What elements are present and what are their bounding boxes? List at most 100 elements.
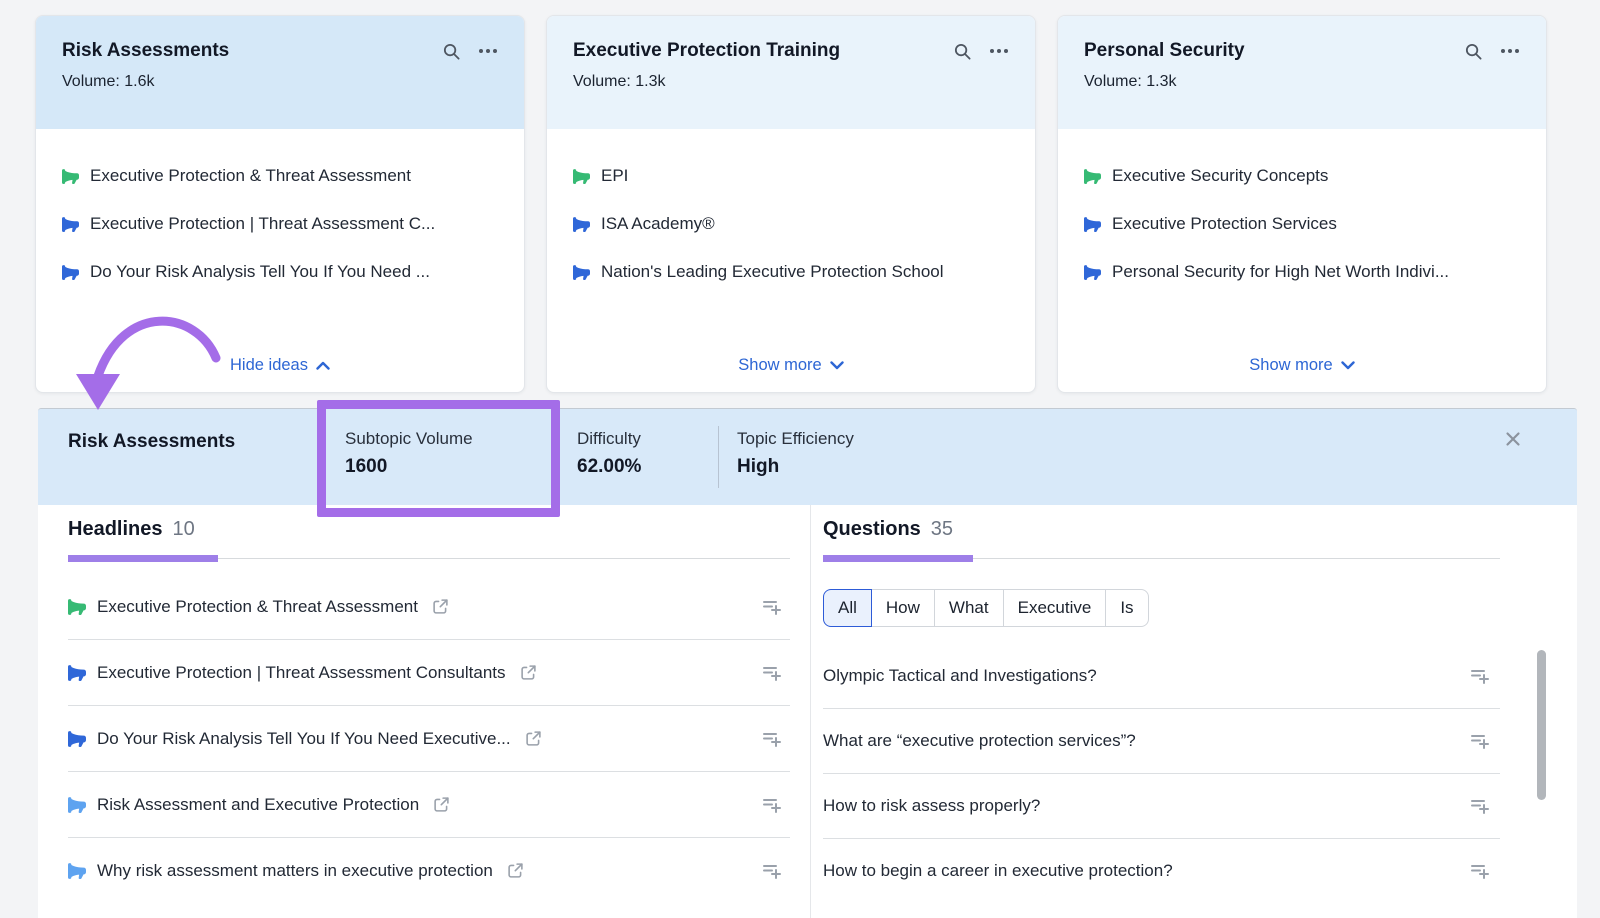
- table-row: Olympic Tactical and Investigations?: [823, 644, 1500, 708]
- chevron-down-icon: [830, 356, 844, 375]
- idea-label: ISA Academy®: [601, 214, 715, 234]
- megaphone-icon: [68, 664, 86, 682]
- headlines-list: Executive Protection & Threat Assessment…: [68, 574, 790, 903]
- add-to-list-icon[interactable]: [762, 862, 782, 880]
- topic-card-executive-protection-training: Executive Protection Training Volume: 1.…: [546, 15, 1036, 393]
- card-volume: Volume: 1.3k: [1084, 73, 1520, 91]
- list-item: Nation's Leading Executive Protection Sc…: [573, 262, 1009, 282]
- idea-label: Executive Protection & Threat Assessment: [90, 166, 411, 186]
- questions-scrollbar[interactable]: [1537, 650, 1546, 800]
- list-item: EPI: [573, 166, 1009, 186]
- detail-columns: Headlines 10 Executive Protection & Thre…: [38, 505, 1577, 918]
- megaphone-icon: [1084, 168, 1101, 185]
- headline-label: Do Your Risk Analysis Tell You If You Ne…: [97, 729, 511, 749]
- table-row: Risk Assessment and Executive Protection: [68, 771, 790, 837]
- headline-label: Executive Protection | Threat Assessment…: [97, 663, 506, 683]
- question-label: What are “executive protection services”…: [823, 731, 1136, 751]
- megaphone-icon: [62, 168, 79, 185]
- megaphone-icon: [62, 264, 79, 281]
- detail-title: Risk Assessments: [68, 431, 235, 453]
- show-more-link[interactable]: Show more: [732, 355, 849, 376]
- question-filter-group: All How What Executive Is: [823, 589, 1149, 627]
- list-item: ISA Academy®: [573, 214, 1009, 234]
- table-row: Executive Protection | Threat Assessment…: [68, 639, 790, 705]
- megaphone-icon: [1084, 264, 1101, 281]
- megaphone-icon: [68, 598, 86, 616]
- megaphone-icon: [68, 796, 86, 814]
- questions-section: Questions 35 All How What Executive Is O…: [823, 505, 1500, 903]
- headline-label: Executive Protection & Threat Assessment: [97, 597, 418, 617]
- card-header: Risk Assessments Volume: 1.6k: [36, 16, 524, 129]
- filter-what[interactable]: What: [934, 589, 1004, 627]
- megaphone-icon: [1084, 216, 1101, 233]
- question-label: Olympic Tactical and Investigations?: [823, 666, 1097, 686]
- megaphone-icon: [62, 216, 79, 233]
- headlines-section: Headlines 10 Executive Protection & Thre…: [68, 505, 790, 903]
- topic-research-page: Risk Assessments Volume: 1.6k Execu: [0, 0, 1600, 918]
- megaphone-icon: [573, 216, 590, 233]
- list-item: Do Your Risk Analysis Tell You If You Ne…: [62, 262, 498, 282]
- megaphone-icon: [573, 264, 590, 281]
- add-to-list-icon[interactable]: [1470, 797, 1490, 815]
- headlines-count: 10: [172, 518, 194, 541]
- table-row: Why risk assessment matters in executive…: [68, 837, 790, 903]
- detail-summary-bar: Risk Assessments Subtopic Volume 1600 Di…: [38, 408, 1577, 505]
- add-to-list-icon[interactable]: [1470, 732, 1490, 750]
- card-volume: Volume: 1.3k: [573, 73, 1009, 91]
- hide-ideas-link[interactable]: Hide ideas: [224, 355, 336, 376]
- list-item: Executive Protection Services: [1084, 214, 1520, 234]
- divider: [718, 426, 719, 488]
- headline-label: Why risk assessment matters in executive…: [97, 861, 493, 881]
- topic-detail-panel: Risk Assessments Subtopic Volume 1600 Di…: [38, 408, 1577, 918]
- external-link-icon[interactable]: [520, 664, 537, 681]
- headline-label: Risk Assessment and Executive Protection: [97, 795, 419, 815]
- external-link-icon[interactable]: [433, 796, 450, 813]
- idea-label: Executive Protection Services: [1112, 214, 1337, 234]
- add-to-list-icon[interactable]: [762, 664, 782, 682]
- external-link-icon[interactable]: [432, 598, 449, 615]
- more-options-icon[interactable]: [989, 48, 1009, 54]
- purple-underline: [68, 555, 218, 562]
- search-icon[interactable]: [953, 42, 972, 61]
- more-options-icon[interactable]: [1500, 48, 1520, 54]
- card-title: Risk Assessments: [62, 40, 229, 62]
- show-more-link[interactable]: Show more: [1243, 355, 1360, 376]
- headlines-title: Headlines: [68, 518, 162, 541]
- filter-how[interactable]: How: [871, 589, 935, 627]
- section-rule: [823, 555, 1500, 562]
- search-icon[interactable]: [1464, 42, 1483, 61]
- idea-label: EPI: [601, 166, 628, 186]
- add-to-list-icon[interactable]: [762, 598, 782, 616]
- topic-card-personal-security: Personal Security Volume: 1.3k Exec: [1057, 15, 1547, 393]
- megaphone-icon: [68, 862, 86, 880]
- external-link-icon[interactable]: [525, 730, 542, 747]
- card-idea-list: Executive Protection & Threat Assessment…: [36, 129, 524, 282]
- idea-label: Do Your Risk Analysis Tell You If You Ne…: [90, 262, 430, 282]
- table-row: What are “executive protection services”…: [823, 708, 1500, 773]
- more-options-icon[interactable]: [478, 48, 498, 54]
- card-idea-list: Executive Security Concepts Executive Pr…: [1058, 129, 1546, 282]
- add-to-list-icon[interactable]: [1470, 667, 1490, 685]
- card-title: Executive Protection Training: [573, 40, 840, 62]
- add-to-list-icon[interactable]: [1470, 862, 1490, 880]
- column-divider: [810, 505, 811, 918]
- add-to-list-icon[interactable]: [762, 730, 782, 748]
- stat-difficulty: Difficulty 62.00%: [577, 429, 641, 478]
- megaphone-icon: [68, 730, 86, 748]
- chevron-down-icon: [1341, 356, 1355, 375]
- table-row: How to risk assess properly?: [823, 773, 1500, 838]
- search-icon[interactable]: [442, 42, 461, 61]
- close-icon[interactable]: [1501, 427, 1525, 454]
- topic-card-risk-assessments: Risk Assessments Volume: 1.6k Execu: [35, 15, 525, 393]
- filter-all[interactable]: All: [823, 589, 872, 627]
- table-row: How to begin a career in executive prote…: [823, 838, 1500, 903]
- external-link-icon[interactable]: [507, 862, 524, 879]
- card-title: Personal Security: [1084, 40, 1245, 62]
- card-header: Personal Security Volume: 1.3k: [1058, 16, 1546, 129]
- stat-topic-efficiency: Topic Efficiency High: [737, 429, 854, 478]
- filter-is[interactable]: Is: [1105, 589, 1148, 627]
- questions-count: 35: [931, 518, 953, 541]
- filter-executive[interactable]: Executive: [1003, 589, 1107, 627]
- idea-label: Personal Security for High Net Worth Ind…: [1112, 262, 1449, 282]
- add-to-list-icon[interactable]: [762, 796, 782, 814]
